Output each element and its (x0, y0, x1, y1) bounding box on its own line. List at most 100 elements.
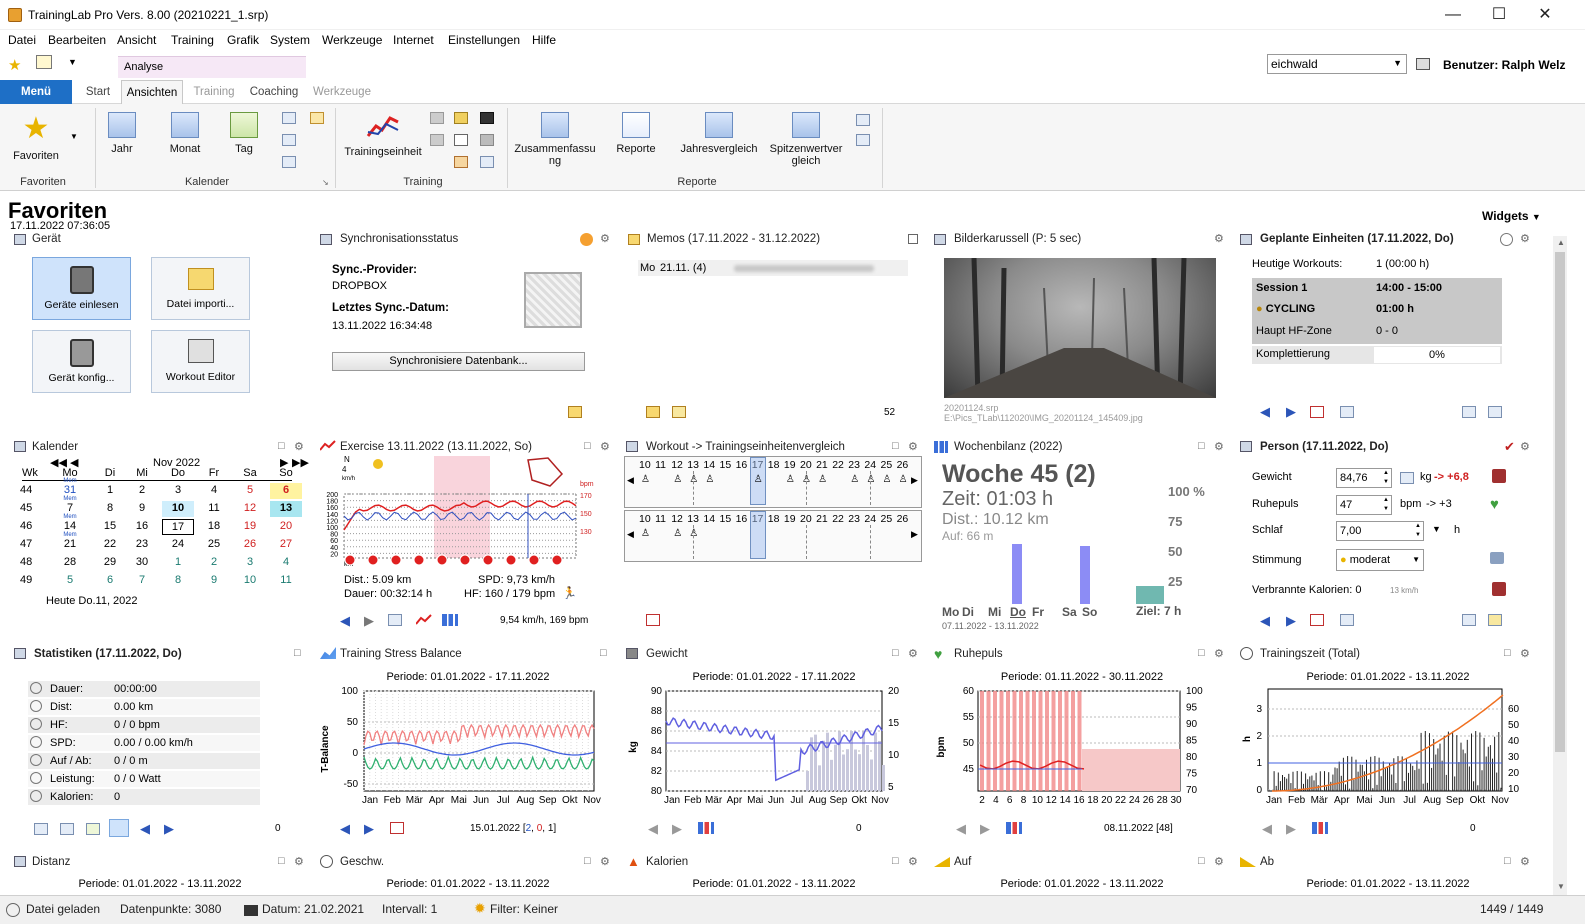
today-label[interactable]: Heute Do.11, 2022 (46, 595, 138, 607)
calendar-day[interactable]: 22 (94, 537, 126, 553)
maximize-icon[interactable]: □ (584, 440, 591, 452)
menu-hilfe[interactable]: Hilfe (532, 33, 556, 47)
workout-icon[interactable]: ♙ (673, 474, 682, 485)
calendar-icon[interactable] (646, 614, 660, 626)
list-icon[interactable] (1340, 406, 1354, 418)
calendar-day[interactable]: 25 (198, 537, 230, 553)
camera-icon[interactable] (480, 112, 494, 124)
calendar-day[interactable]: 20 (270, 519, 302, 535)
note-icon[interactable] (310, 112, 324, 124)
calendar-day[interactable]: 11 (198, 501, 230, 517)
workout-icon[interactable]: ♙ (641, 474, 650, 485)
maximize-icon[interactable]: □ (892, 647, 899, 659)
calendar-day[interactable]: 27 (270, 537, 302, 553)
menu-internet[interactable]: Internet (393, 33, 434, 47)
calendar-year-icon[interactable] (34, 823, 48, 835)
qat-dropdown-icon[interactable]: ▼ (68, 57, 77, 67)
window-icon[interactable] (856, 134, 870, 146)
calendar-day[interactable]: 6 (94, 573, 126, 589)
strip-prev-icon[interactable]: ◀ (627, 475, 634, 486)
settings-icon[interactable]: ⚙ (1214, 647, 1224, 660)
maximize-icon[interactable]: □ (584, 855, 591, 867)
calendar-day[interactable]: 17 (162, 519, 194, 535)
maximize-icon[interactable]: □ (294, 647, 301, 659)
menu-bearbeiten[interactable]: Bearbeiten (48, 33, 106, 47)
scroll-up-icon[interactable]: ▲ (1557, 238, 1565, 247)
bar-chart-icon[interactable] (1006, 822, 1022, 834)
new-memo-icon[interactable] (646, 406, 660, 418)
calendar-day[interactable]: 21 (54, 537, 86, 553)
search-doc-icon[interactable] (36, 55, 52, 69)
prev-arrow-icon[interactable]: ◀ (340, 613, 350, 629)
calendar-icon[interactable] (390, 822, 404, 834)
prev-arrow-icon[interactable]: ◀ (648, 821, 658, 837)
workout-icon[interactable]: ♙ (899, 474, 908, 485)
spinner-icon[interactable]: ▲ ▼ (1383, 496, 1389, 514)
maximize-icon[interactable]: □ (892, 440, 899, 452)
chart-icon[interactable] (430, 112, 444, 124)
calendar-day[interactable]: 7 (126, 573, 158, 589)
tab-coaching[interactable]: Coaching (244, 80, 304, 104)
table-icon[interactable] (480, 156, 494, 168)
stimmung-select[interactable]: ● moderat ▼ (1336, 549, 1424, 571)
jahr-button[interactable]: Jahr (100, 112, 144, 155)
menu-ansicht[interactable]: Ansicht (117, 33, 156, 47)
list-icon[interactable] (282, 112, 296, 124)
calendar-day[interactable]: 8 (162, 573, 194, 589)
workout-icon[interactable]: ♙ (818, 474, 827, 485)
calendar-day[interactable]: 13 (270, 501, 302, 517)
settings-icon[interactable]: ⚙ (908, 855, 918, 868)
calendar-day[interactable]: 10 (162, 501, 194, 517)
maximize-icon[interactable]: □ (1504, 647, 1511, 659)
calculator-icon[interactable] (1400, 472, 1414, 484)
add-memo-icon[interactable] (672, 406, 686, 418)
maximize-icon[interactable]: □ (278, 855, 285, 867)
prev-arrow-icon[interactable]: ◀ (1262, 821, 1272, 837)
next-arrow-icon[interactable]: ▶ (164, 821, 174, 837)
calendar-edit-icon[interactable] (282, 156, 296, 168)
calendar-icon[interactable] (1310, 614, 1324, 626)
tab-start[interactable]: Start (76, 80, 120, 104)
calendar-day-icon[interactable] (86, 823, 100, 835)
calendar-day[interactable]: 10 (234, 573, 266, 589)
tab-menu[interactable]: Menü (0, 80, 72, 104)
calendar-today-button[interactable] (109, 819, 129, 837)
workout-icon[interactable]: ♙ (850, 474, 859, 485)
calendar-month-icon[interactable] (60, 823, 74, 835)
zusammenfassung-button[interactable]: Zusammenfassu ng (512, 112, 598, 167)
calendar-day[interactable]: 28 (54, 555, 86, 571)
note-icon[interactable] (568, 406, 582, 418)
workout-icon[interactable]: ♙ (786, 474, 795, 485)
settings-icon[interactable]: ⚙ (600, 855, 610, 868)
trainingszeit-chart[interactable]: 3210605040302010hJan Feb Mär Apr Mai Jun Jul Au… (1238, 683, 1538, 811)
calendar-day[interactable]: 5 (54, 573, 86, 589)
stack-icon[interactable] (430, 134, 444, 146)
list-icon[interactable] (388, 614, 402, 626)
settings-icon[interactable]: ⚙ (600, 232, 610, 245)
calendar-day[interactable]: 4 (270, 555, 302, 571)
tsb-chart[interactable]: 100 50 0 -50 T-Balance Jan Feb Mär Apr Mai Jun Jul A… (318, 685, 618, 811)
next-arrow-icon[interactable]: ▶ (364, 613, 374, 629)
note-edit-icon[interactable] (1488, 614, 1502, 626)
grid-icon[interactable] (856, 114, 870, 126)
clock-icon[interactable] (1500, 233, 1513, 246)
calendar-day[interactable]: 26 (234, 537, 266, 553)
check-icon[interactable]: ✔ (1504, 439, 1515, 455)
maximize-icon[interactable]: □ (278, 440, 285, 452)
bar-chart-icon[interactable] (442, 614, 458, 626)
monat-button[interactable]: Monat (160, 112, 210, 155)
ruhepuls-input[interactable]: 47 ▲ ▼ (1336, 495, 1392, 515)
calendar-day[interactable]: 15 (94, 519, 126, 535)
menu-grafik[interactable]: Grafik (227, 33, 259, 47)
calendar-day[interactable]: 5 (234, 483, 266, 499)
calendar-day[interactable]: 24 (162, 537, 194, 553)
calendar-day[interactable]: 2 (126, 483, 158, 499)
bar-chart-icon[interactable] (698, 822, 714, 834)
next-arrow-icon[interactable]: ▶ (1286, 404, 1296, 420)
settings-icon[interactable]: ⚙ (908, 440, 918, 453)
dialog-launcher-icon[interactable]: ↘ (322, 178, 329, 187)
sync-database-button[interactable]: Synchronisiere Datenbank... (332, 352, 585, 371)
prev-arrow-icon[interactable]: ◀ (956, 821, 966, 837)
favoriten-button[interactable]: ★ Favoriten (6, 114, 66, 163)
workout-strip-planned[interactable]: ◀▶10♙1112♙13♙14♙151617♙1819♙20♙21♙2223♙2… (624, 456, 922, 508)
